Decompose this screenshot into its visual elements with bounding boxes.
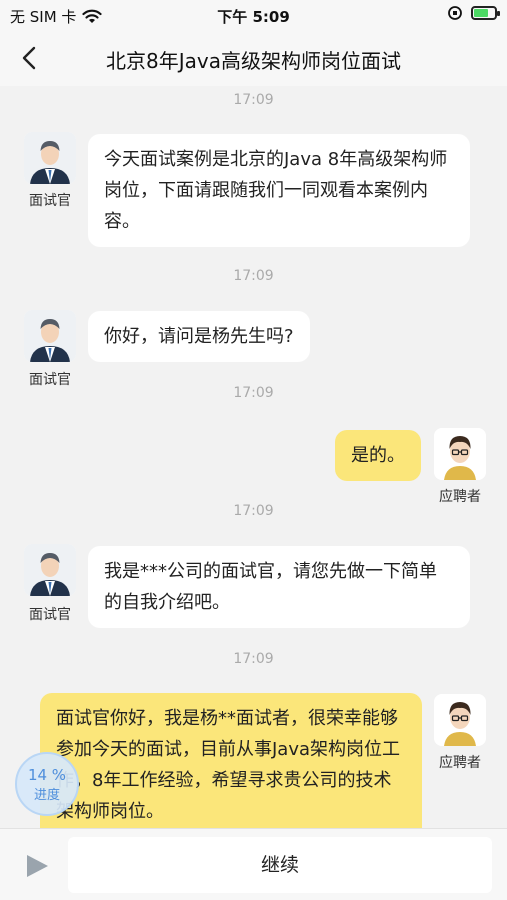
- message-bubble: 是的。: [335, 430, 421, 481]
- orientation-lock-icon: [448, 6, 462, 20]
- status-bar: 无 SIM 卡 下午 5:09: [0, 0, 507, 30]
- progress-badge[interactable]: 14 % 进度: [15, 752, 79, 816]
- role-label: 应聘者: [439, 755, 481, 771]
- candidate-avatar-icon: [434, 694, 486, 746]
- message-bubble: 你好，请问是杨先生吗?: [88, 311, 310, 362]
- message-timestamp: 17:09: [233, 268, 274, 284]
- progress-value: 14 %: [27, 766, 67, 784]
- interviewer-avatar-icon: [24, 132, 76, 184]
- back-button[interactable]: [16, 42, 46, 74]
- candidate-avatar: [434, 694, 486, 746]
- interviewer-avatar: [24, 544, 76, 596]
- message-timestamp: 17:09: [233, 503, 274, 519]
- interviewer-avatar: [24, 132, 76, 184]
- message-timestamp: 17:09: [233, 651, 274, 667]
- continue-button[interactable]: 继续: [68, 837, 492, 893]
- play-button[interactable]: [24, 853, 50, 879]
- progress-label: 进度: [33, 788, 60, 803]
- bottom-bar: 继续: [0, 828, 507, 900]
- message-bubble: 面试官你好，我是杨**面试者，很荣幸能够参加今天的面试，目前从事Java架构岗位…: [40, 693, 422, 828]
- chat-area[interactable]: 17:09 面试官 今天面试案例是北京的Java 8年高级架构师岗位，下面请跟随…: [0, 86, 507, 828]
- page-title: 北京8年Java高级架构师岗位面试: [106, 49, 401, 73]
- candidate-avatar-icon: [434, 428, 486, 480]
- nav-bar: 北京8年Java高级架构师岗位面试: [0, 30, 507, 86]
- role-label: 面试官: [29, 607, 71, 623]
- message-timestamp: 17:09: [233, 385, 274, 401]
- message-bubble: 我是***公司的面试官，请您先做一下简单的自我介绍吧。: [88, 546, 470, 628]
- candidate-avatar: [434, 428, 486, 480]
- chevron-left-icon: [22, 46, 36, 70]
- message-bubble: 今天面试案例是北京的Java 8年高级架构师岗位，下面请跟随我们一同观看本案例内…: [88, 134, 470, 247]
- interviewer-avatar: [24, 310, 76, 362]
- message-timestamp: 17:09: [233, 92, 274, 108]
- battery-icon: [471, 6, 500, 20]
- status-right: [447, 5, 500, 21]
- interviewer-avatar-icon: [24, 310, 76, 362]
- play-icon: [27, 855, 48, 877]
- role-label: 面试官: [29, 193, 71, 209]
- interviewer-avatar-icon: [24, 544, 76, 596]
- status-time: 下午 5:09: [217, 8, 290, 26]
